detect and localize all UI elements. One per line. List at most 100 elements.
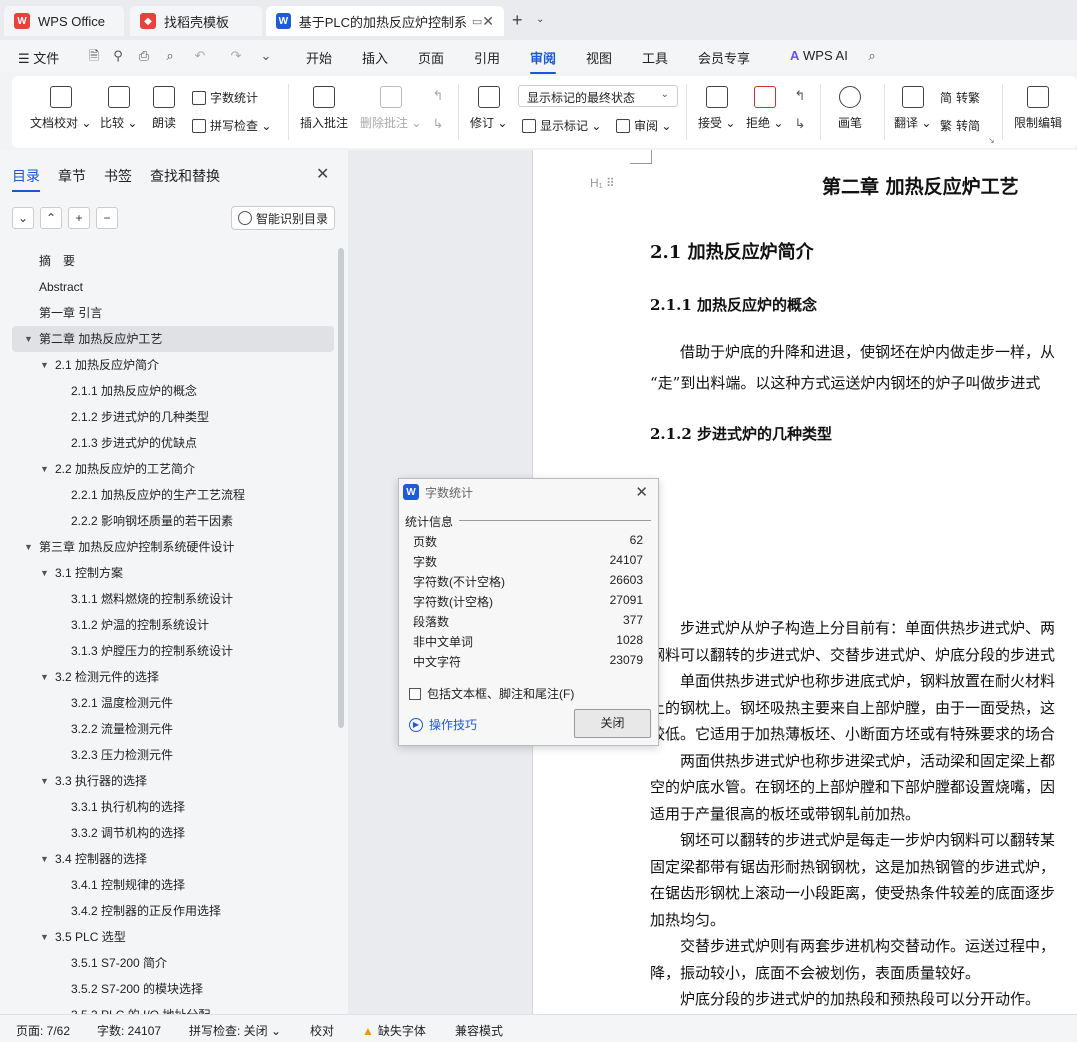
- menu-item-review[interactable]: 审阅: [530, 48, 557, 74]
- toc-item[interactable]: 摘 要: [12, 248, 334, 274]
- prev-change-icon[interactable]: ↰: [792, 88, 808, 104]
- expand-arrow-icon[interactable]: ▼: [40, 924, 49, 950]
- missing-font-indicator[interactable]: ▲ 缺失字体: [362, 1022, 426, 1039]
- toc-item[interactable]: ▼ 3.2 检测元件的选择: [12, 664, 334, 690]
- toc-item[interactable]: 3.3.2 调节机构的选择: [12, 820, 334, 846]
- close-icon[interactable]: ✕: [635, 483, 648, 501]
- expand-arrow-icon[interactable]: ▼: [24, 534, 33, 560]
- toc-item[interactable]: 3.5.1 S7-200 简介: [12, 950, 334, 976]
- tab-template[interactable]: ◆ 找稻壳模板: [130, 6, 262, 36]
- wps-ai-button[interactable]: A WPS AI: [790, 48, 848, 63]
- expand-arrow-icon[interactable]: ▼: [40, 560, 49, 586]
- expand-arrow-icon[interactable]: ▼: [40, 352, 49, 378]
- toc-item[interactable]: 3.2.1 温度检测元件: [12, 690, 334, 716]
- toc-item[interactable]: 2.2.1 加热反应炉的生产工艺流程: [12, 482, 334, 508]
- toc-item[interactable]: ▼ 第二章 加热反应炉工艺: [12, 326, 334, 352]
- expand-arrow-icon[interactable]: ▼: [40, 768, 49, 794]
- search-icon[interactable]: ⌕: [864, 48, 880, 64]
- expand-group-icon[interactable]: ↘: [988, 136, 995, 145]
- new-tab-icon[interactable]: +: [512, 10, 523, 31]
- expand-arrow-icon[interactable]: ▼: [24, 326, 33, 352]
- undo-icon[interactable]: ↶: [192, 48, 208, 64]
- menu-item-reference[interactable]: 引用: [474, 48, 500, 67]
- spell-check-button[interactable]: 拼写检查 ⌄: [192, 117, 271, 134]
- toc-item[interactable]: 3.1.3 炉膛压力的控制系统设计: [12, 638, 334, 664]
- word-count-button[interactable]: 字数统计: [192, 89, 258, 106]
- toc-item[interactable]: Abstract: [12, 274, 334, 300]
- toc-item[interactable]: ▼ 3.5 PLC 选型: [12, 924, 334, 950]
- tips-link[interactable]: ▶ 操作技巧: [409, 716, 477, 733]
- show-markup-button[interactable]: 显示标记 ⌄: [522, 117, 601, 134]
- toc-item[interactable]: 2.2.2 影响钢坯质量的若干因素: [12, 508, 334, 534]
- collapse-all-button[interactable]: ⌄: [12, 207, 34, 229]
- tab-wps-office[interactable]: W WPS Office: [4, 6, 124, 36]
- pen-button[interactable]: 画笔: [838, 86, 862, 131]
- read-aloud-button[interactable]: 朗读: [152, 86, 176, 131]
- markup-state-select[interactable]: 显示标记的最终状态 ⌄: [518, 85, 678, 107]
- include-textbox-checkbox[interactable]: 包括文本框、脚注和尾注(F): [409, 685, 574, 702]
- page-indicator[interactable]: 页面: 7/62: [16, 1022, 70, 1039]
- restrict-edit-button[interactable]: 限制编辑: [1014, 86, 1062, 131]
- close-button[interactable]: 关闭: [574, 709, 651, 738]
- toc-item[interactable]: ▼ 3.1 控制方案: [12, 560, 334, 586]
- toc-item[interactable]: 3.1.1 燃料燃烧的控制系统设计: [12, 586, 334, 612]
- toc-item[interactable]: 3.2.3 压力检测元件: [12, 742, 334, 768]
- file-menu[interactable]: ☰ 文件: [18, 48, 59, 67]
- expand-arrow-icon[interactable]: ▼: [40, 846, 49, 872]
- menu-item-home[interactable]: 开始: [306, 48, 332, 67]
- tab-chapters[interactable]: 章节: [58, 166, 86, 186]
- prev-comment-icon[interactable]: ↰: [430, 88, 446, 104]
- toc-item[interactable]: ▼ 第三章 加热反应炉控制系统硬件设计: [12, 534, 334, 560]
- expand-all-button[interactable]: ⌃: [40, 207, 62, 229]
- toc-scrollbar[interactable]: [338, 248, 344, 728]
- reject-button[interactable]: 拒绝 ⌄: [746, 86, 783, 131]
- menu-item-page[interactable]: 页面: [418, 48, 444, 67]
- menu-item-view[interactable]: 视图: [586, 48, 612, 67]
- menu-item-member[interactable]: 会员专享: [698, 48, 750, 67]
- chevron-down-icon[interactable]: ⌄: [536, 14, 544, 25]
- add-heading-button[interactable]: +: [68, 207, 90, 229]
- save-icon[interactable]: 🗎: [86, 48, 102, 64]
- toc-item[interactable]: 3.1.2 炉温的控制系统设计: [12, 612, 334, 638]
- to-traditional-button[interactable]: 简 转繁: [940, 89, 980, 106]
- redo-icon[interactable]: ↷: [228, 48, 244, 64]
- checkbox-box[interactable]: [409, 687, 421, 700]
- toc-item[interactable]: ▼ 3.3 执行器的选择: [12, 768, 334, 794]
- expand-arrow-icon[interactable]: ▼: [40, 456, 49, 482]
- toc-item[interactable]: 第一章 引言: [12, 300, 334, 326]
- translate-button[interactable]: 翻译 ⌄: [894, 86, 931, 131]
- tab-find-replace[interactable]: 查找和替换: [150, 166, 220, 186]
- review-pane-button[interactable]: 审阅 ⌄: [616, 117, 671, 134]
- next-comment-icon[interactable]: ↳: [430, 116, 446, 132]
- heading-handle-icon[interactable]: H₁ ⠿: [590, 176, 615, 190]
- close-tab-icon[interactable]: ✕: [482, 13, 494, 30]
- revise-button[interactable]: 修订 ⌄: [470, 86, 507, 131]
- word-count-indicator[interactable]: 字数: 24107: [97, 1022, 161, 1039]
- toc-item[interactable]: 2.1.2 步进式炉的几种类型: [12, 404, 334, 430]
- tab-document[interactable]: W 基于PLC的加热反应炉控制系统 ▭ ✕: [266, 6, 504, 36]
- menu-item-tools[interactable]: 工具: [642, 48, 668, 67]
- doc-check-button[interactable]: 文档校对 ⌄: [30, 86, 91, 131]
- share-icon[interactable]: ⚲: [110, 48, 126, 64]
- compare-button[interactable]: 比较 ⌄: [100, 86, 137, 131]
- tab-bookmarks[interactable]: 书签: [104, 166, 132, 186]
- delete-comment-button[interactable]: 删除批注 ⌄: [360, 86, 421, 131]
- accept-button[interactable]: 接受 ⌄: [698, 86, 735, 131]
- toc-item[interactable]: 3.4.2 控制器的正反作用选择: [12, 898, 334, 924]
- toc-item[interactable]: ▼ 3.4 控制器的选择: [12, 846, 334, 872]
- tab-toc[interactable]: 目录: [12, 166, 40, 192]
- to-simplified-button[interactable]: 繁 转简: [940, 117, 980, 134]
- print-icon[interactable]: ⎙: [136, 48, 152, 64]
- insert-comment-button[interactable]: 插入批注: [300, 86, 348, 131]
- remove-heading-button[interactable]: −: [96, 207, 118, 229]
- proof-button[interactable]: 校对: [310, 1022, 334, 1039]
- toc-item[interactable]: ▼ 2.1 加热反应炉简介: [12, 352, 334, 378]
- close-panel-icon[interactable]: ✕: [316, 164, 329, 184]
- smart-toc-button[interactable]: 智能识别目录: [231, 206, 335, 230]
- toc-item[interactable]: 3.3.1 执行机构的选择: [12, 794, 334, 820]
- chevron-down-icon[interactable]: ⌄: [258, 48, 274, 64]
- toc-item[interactable]: 3.5.2 S7-200 的模块选择: [12, 976, 334, 1002]
- next-change-icon[interactable]: ↳: [792, 116, 808, 132]
- menu-item-insert[interactable]: 插入: [362, 48, 388, 67]
- toc-item[interactable]: 3.4.1 控制规律的选择: [12, 872, 334, 898]
